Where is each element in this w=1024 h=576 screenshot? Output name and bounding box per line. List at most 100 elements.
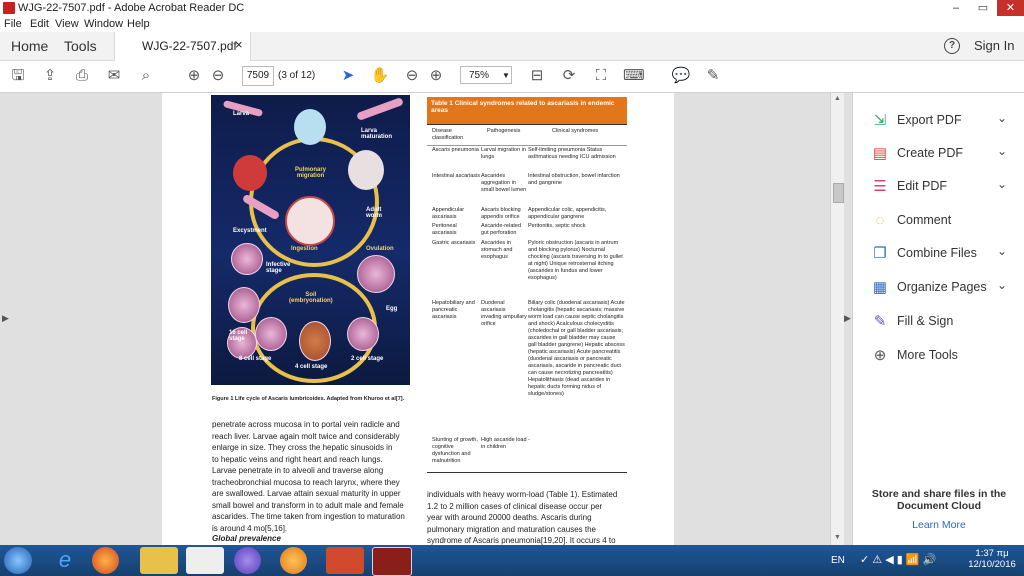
menu-window[interactable]: Window xyxy=(84,18,123,30)
table-cell: Ascarides aggregation in small bowel lum… xyxy=(481,173,527,193)
highlight-icon[interactable]: ✎ xyxy=(703,66,723,86)
menu-help[interactable]: Help xyxy=(127,18,150,30)
zoom-value: 75% xyxy=(469,70,490,81)
chevron-down-icon[interactable]: ⌄ xyxy=(997,177,1007,191)
tray-icons[interactable]: ✓ ⚠ ◀ ▮ 📶 🔊 xyxy=(860,553,936,566)
tool-label: Create PDF xyxy=(897,146,963,160)
print-icon[interactable]: ⎙ xyxy=(72,66,92,86)
page-number-input[interactable]: 7509 xyxy=(242,66,274,86)
section-heading: Global prevalence xyxy=(212,534,281,543)
help-icon[interactable]: ? xyxy=(944,38,960,54)
figure-label-adult-worm: Adult worm xyxy=(366,207,383,219)
restore-button[interactable]: ▭ xyxy=(970,0,996,16)
table-cell: Appendicular colic, appendicitis, append… xyxy=(528,207,607,220)
language-indicator[interactable]: EN xyxy=(831,555,845,566)
table-cell: - xyxy=(528,437,530,443)
close-tab-icon[interactable]: × xyxy=(235,37,243,52)
chevron-down-icon: ▼ xyxy=(502,71,510,80)
zoom-out-icon[interactable]: ⊖ xyxy=(402,66,422,86)
app-icon[interactable] xyxy=(326,547,364,574)
create-pdf-icon: ▤ xyxy=(872,145,888,162)
tool-combine-files[interactable]: ❐ Combine Files ⌄ xyxy=(853,239,1024,269)
search-icon[interactable]: ⌕ xyxy=(136,66,156,86)
title-bar: WJG-22-7507.pdf - Adobe Acrobat Reader D… xyxy=(0,0,1024,18)
organize-pages-icon: ▦ xyxy=(872,279,888,296)
tool-label: Organize Pages xyxy=(897,280,987,294)
tool-comment[interactable]: ◌ Comment xyxy=(853,206,1024,236)
upload-icon[interactable]: ⇪ xyxy=(40,66,60,86)
zoom-in-icon[interactable]: ⊕ xyxy=(426,66,446,86)
select-tool-icon[interactable]: ➤ xyxy=(338,66,358,86)
tools-tab[interactable]: Tools xyxy=(64,38,97,54)
window-title: WJG-22-7507.pdf - Adobe Acrobat Reader D… xyxy=(18,2,245,14)
zoom-select[interactable]: 75% ▼ xyxy=(460,66,512,84)
collapse-left-icon[interactable]: ▶ xyxy=(2,313,9,324)
scroll-up-icon[interactable]: ▲ xyxy=(834,95,841,102)
fit-page-icon[interactable]: ⊟ xyxy=(527,66,547,86)
close-window-button[interactable]: ✕ xyxy=(997,0,1024,16)
chevron-down-icon[interactable]: ⌄ xyxy=(997,111,1007,125)
figure-caption: Figure 1 Life cycle of Ascaris lumbricoi… xyxy=(212,396,405,402)
figure-label-8-cell: 8 cell stage xyxy=(239,356,272,362)
tool-label: Export PDF xyxy=(897,113,962,127)
start-button[interactable] xyxy=(4,547,32,574)
scroll-thumb[interactable] xyxy=(833,183,844,203)
chevron-down-icon[interactable]: ⌄ xyxy=(997,278,1007,292)
menu-file[interactable]: File xyxy=(4,18,22,30)
menu-edit[interactable]: Edit xyxy=(30,18,49,30)
tool-create-pdf[interactable]: ▤ Create PDF ⌄ xyxy=(853,139,1024,169)
viber-icon[interactable] xyxy=(234,547,261,574)
calendar-icon[interactable] xyxy=(186,547,224,574)
sign-in-button[interactable]: Sign In xyxy=(974,38,1014,53)
email-icon[interactable]: ✉ xyxy=(104,66,124,86)
tool-export-pdf[interactable]: ⇲ Export PDF ⌄ xyxy=(853,106,1024,136)
minimize-button[interactable]: – xyxy=(943,0,969,16)
vertical-scrollbar[interactable]: ▲ ▼ xyxy=(830,93,844,545)
hand-tool-icon[interactable]: ✋ xyxy=(370,66,390,86)
learn-more-link[interactable]: Learn More xyxy=(867,519,1011,531)
internet-explorer-icon[interactable]: e xyxy=(46,547,84,574)
previous-page-icon[interactable]: ⊕ xyxy=(184,66,204,86)
menu-view[interactable]: View xyxy=(55,18,79,30)
file-explorer-icon[interactable] xyxy=(140,547,178,574)
table-cell: High ascaride load in children xyxy=(481,437,527,450)
chevron-down-icon[interactable]: ⌄ xyxy=(997,144,1007,158)
comment-icon: ◌ xyxy=(875,212,885,229)
collapse-pane-icon[interactable]: ▶ xyxy=(844,313,851,324)
larva-image xyxy=(356,97,404,121)
table-cell: Ascaris pneumonia xyxy=(432,147,479,153)
table-cell: Duodenal ascariasis invading ampullary o… xyxy=(481,300,527,327)
figure-label-larva: Larva xyxy=(233,111,250,117)
taskbar: e EN ✓ ⚠ ◀ ▮ 📶 🔊 1:37 πμ 12/10/2016 xyxy=(0,545,1024,576)
tool-organize-pages[interactable]: ▦ Organize Pages ⌄ xyxy=(853,273,1024,303)
chevron-down-icon[interactable]: ⌄ xyxy=(997,244,1007,258)
media-player-icon[interactable] xyxy=(280,547,307,574)
table-cell: Peritoneal ascariasis xyxy=(432,223,457,236)
left-column-text: penetrate across mucosa in to portal vei… xyxy=(212,420,405,533)
table-cell: Stunting of growth, cognitive dysfunctio… xyxy=(432,437,478,464)
acrobat-taskbar-icon[interactable] xyxy=(372,547,412,576)
tool-label: Fill & Sign xyxy=(897,314,954,328)
tool-edit-pdf[interactable]: ☰ Edit PDF ⌄ xyxy=(853,172,1024,202)
firefox-icon[interactable] xyxy=(92,547,119,574)
clinical-table: Disease classification Pathogenesis Clin… xyxy=(427,124,627,474)
clock[interactable]: 1:37 πμ 12/10/2016 xyxy=(964,548,1020,570)
next-page-icon[interactable]: ⊖ xyxy=(208,66,228,86)
save-icon[interactable]: 🖫 xyxy=(8,66,28,86)
full-screen-icon[interactable]: ⛶ xyxy=(591,66,611,86)
tool-more-tools[interactable]: ⊕ More Tools xyxy=(853,341,1024,371)
stomach-image xyxy=(348,150,384,190)
figure-label-larva-maturation: Larva maturation xyxy=(361,128,393,140)
intestine-image xyxy=(285,196,335,246)
home-tab[interactable]: Home xyxy=(11,38,48,54)
comment-toolbar-icon[interactable]: 💬 xyxy=(671,66,691,86)
table-cell: Intestinal obstruction, bowel infarction… xyxy=(528,173,620,186)
document-tab[interactable]: WJG-22-7507.pdf × xyxy=(114,32,251,61)
rotate-icon[interactable]: ⟳ xyxy=(559,66,579,86)
keyboard-icon[interactable]: ⌨ xyxy=(623,66,645,86)
scroll-down-icon[interactable]: ▼ xyxy=(834,534,841,541)
table-title: Table 1 Clinical syndromes related to as… xyxy=(427,97,627,124)
lungs-image xyxy=(294,109,326,145)
tool-fill-sign[interactable]: ✎ Fill & Sign xyxy=(853,307,1024,337)
figure-label-2-cell: 2 cell stage xyxy=(351,356,384,362)
